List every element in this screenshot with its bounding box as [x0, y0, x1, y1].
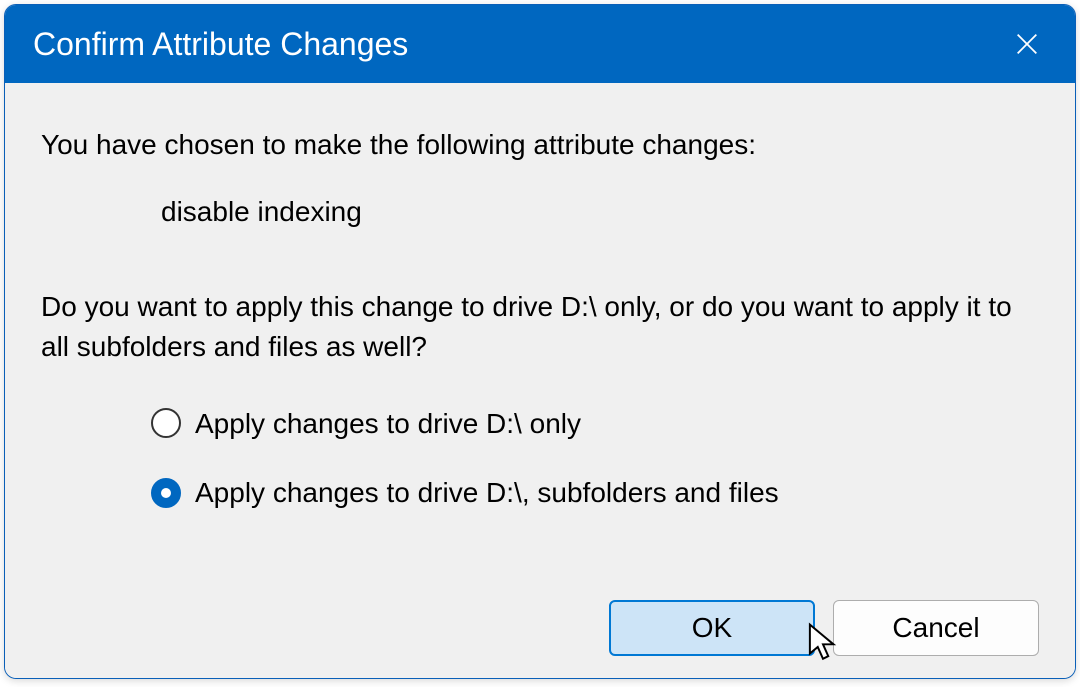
confirm-attribute-changes-dialog: Confirm Attribute Changes You have chose… — [4, 4, 1076, 679]
change-description: disable indexing — [161, 192, 1039, 231]
radio-label-drive-only: Apply changes to drive D:\ only — [195, 404, 581, 443]
radio-group: Apply changes to drive D:\ only Apply ch… — [151, 404, 1039, 512]
radio-apply-drive-only[interactable]: Apply changes to drive D:\ only — [151, 404, 1039, 443]
intro-text: You have chosen to make the following at… — [41, 125, 1039, 164]
radio-label-subfolders: Apply changes to drive D:\, subfolders a… — [195, 473, 779, 512]
cancel-button[interactable]: Cancel — [833, 600, 1039, 656]
radio-icon — [151, 478, 181, 508]
question-text: Do you want to apply this change to driv… — [41, 287, 1039, 365]
radio-icon — [151, 408, 181, 438]
dialog-title: Confirm Attribute Changes — [33, 26, 408, 63]
radio-apply-subfolders-files[interactable]: Apply changes to drive D:\, subfolders a… — [151, 473, 1039, 512]
dialog-content: You have chosen to make the following at… — [5, 83, 1075, 678]
close-button[interactable] — [1003, 20, 1051, 68]
close-icon — [1013, 30, 1041, 58]
button-row: OK Cancel — [609, 600, 1039, 656]
ok-button[interactable]: OK — [609, 600, 815, 656]
titlebar: Confirm Attribute Changes — [5, 5, 1075, 83]
